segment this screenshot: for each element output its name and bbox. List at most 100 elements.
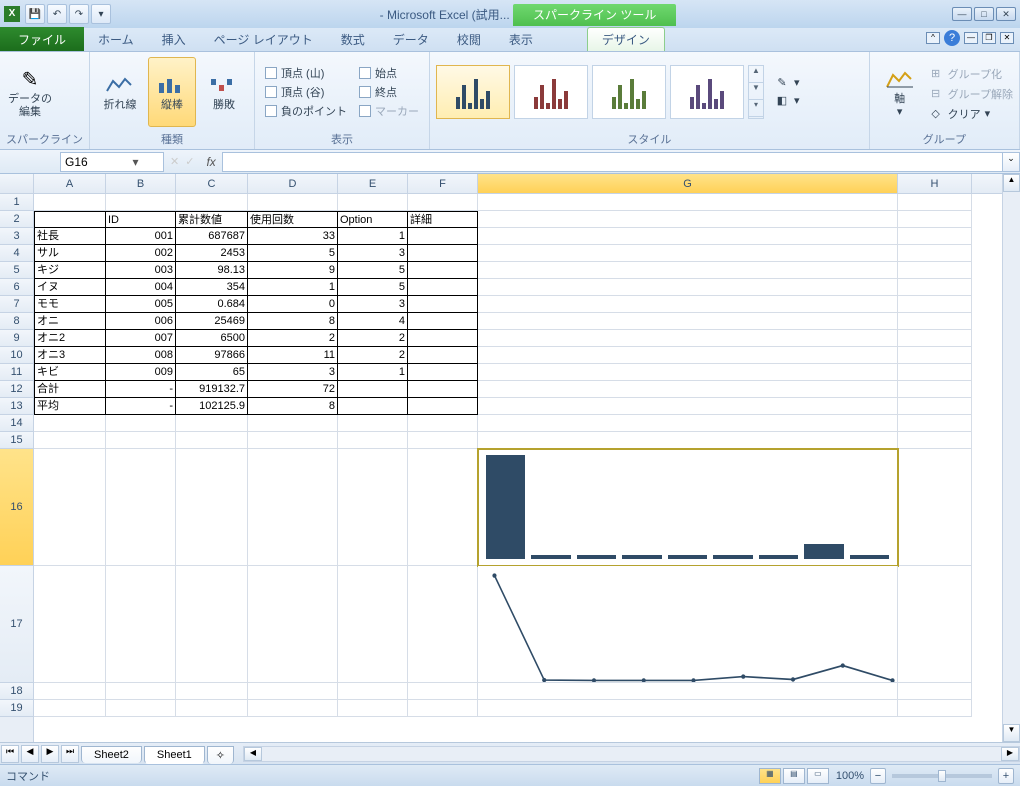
cell[interactable]: [338, 194, 408, 211]
cell[interactable]: [338, 398, 408, 415]
cell[interactable]: ID: [106, 211, 176, 228]
column-header-H[interactable]: H: [898, 174, 972, 193]
style-gallery[interactable]: ▲▼▾: [436, 65, 764, 119]
cell[interactable]: オニ2: [34, 330, 106, 347]
cell[interactable]: [478, 398, 898, 415]
cell[interactable]: [338, 449, 408, 566]
cell[interactable]: [408, 700, 478, 717]
cell[interactable]: Option: [338, 211, 408, 228]
select-all-corner[interactable]: [0, 174, 33, 194]
cell[interactable]: 5: [338, 262, 408, 279]
cell[interactable]: [34, 566, 106, 683]
cell[interactable]: 919132.7: [176, 381, 248, 398]
cell[interactable]: 11: [248, 347, 338, 364]
row-header-9[interactable]: 9: [0, 330, 33, 347]
cell[interactable]: [34, 194, 106, 211]
cell[interactable]: [478, 415, 898, 432]
cell[interactable]: 3: [248, 364, 338, 381]
cell[interactable]: [898, 449, 972, 566]
cell[interactable]: [176, 415, 248, 432]
cell[interactable]: [248, 700, 338, 717]
qat-customize-button[interactable]: ▾: [91, 4, 111, 24]
cell[interactable]: [248, 194, 338, 211]
style-item-4[interactable]: [670, 65, 744, 119]
cell[interactable]: [478, 381, 898, 398]
row-header-1[interactable]: 1: [0, 194, 33, 211]
view-page-break-button[interactable]: ▭: [807, 768, 829, 784]
cell[interactable]: 3: [338, 296, 408, 313]
cell[interactable]: モモ: [34, 296, 106, 313]
vertical-scrollbar[interactable]: ▲ ▼: [1002, 174, 1020, 742]
row-header-8[interactable]: 8: [0, 313, 33, 330]
cell[interactable]: 8: [248, 313, 338, 330]
sparkline-line[interactable]: [478, 566, 898, 683]
cell[interactable]: [106, 700, 176, 717]
cell[interactable]: [106, 415, 176, 432]
style-item-2[interactable]: [514, 65, 588, 119]
cell[interactable]: [478, 262, 898, 279]
sparkline-column[interactable]: [478, 449, 898, 566]
workbook-minimize-button[interactable]: ―: [964, 32, 978, 44]
qat-undo-button[interactable]: ↶: [47, 4, 67, 24]
row-header-6[interactable]: 6: [0, 279, 33, 296]
row-header-4[interactable]: 4: [0, 245, 33, 262]
cell[interactable]: 使用回数: [248, 211, 338, 228]
show-first-checkbox[interactable]: 始点: [359, 65, 419, 81]
cell[interactable]: [408, 347, 478, 364]
zoom-level[interactable]: 100%: [836, 770, 864, 782]
close-button[interactable]: ✕: [996, 7, 1016, 21]
tab-data[interactable]: データ: [379, 28, 443, 51]
cell[interactable]: 2: [338, 347, 408, 364]
cell[interactable]: 72: [248, 381, 338, 398]
row-header-2[interactable]: 2: [0, 211, 33, 228]
cell[interactable]: 007: [106, 330, 176, 347]
cell[interactable]: [176, 432, 248, 449]
cell[interactable]: [408, 566, 478, 683]
cell[interactable]: 003: [106, 262, 176, 279]
cell[interactable]: 5: [338, 279, 408, 296]
horizontal-scrollbar[interactable]: ◀ ▶: [243, 746, 1020, 762]
clear-button[interactable]: ◇クリア ▾: [928, 106, 1013, 122]
cell[interactable]: 25469: [176, 313, 248, 330]
cell[interactable]: オニ3: [34, 347, 106, 364]
sheet-tab-new[interactable]: ✧: [207, 746, 234, 764]
cell[interactable]: 社長: [34, 228, 106, 245]
tab-formulas[interactable]: 数式: [327, 28, 379, 51]
scroll-left-button[interactable]: ◀: [244, 747, 262, 761]
show-last-checkbox[interactable]: 終点: [359, 84, 419, 100]
scroll-down-button[interactable]: ▼: [1003, 724, 1020, 742]
cell[interactable]: [34, 415, 106, 432]
cell[interactable]: 平均: [34, 398, 106, 415]
cell[interactable]: 002: [106, 245, 176, 262]
tab-review[interactable]: 校閲: [443, 28, 495, 51]
cell[interactable]: 33: [248, 228, 338, 245]
cell[interactable]: [408, 398, 478, 415]
cell[interactable]: 5: [248, 245, 338, 262]
show-low-checkbox[interactable]: 頂点 (谷): [265, 84, 347, 100]
cell[interactable]: 65: [176, 364, 248, 381]
cell[interactable]: 005: [106, 296, 176, 313]
maximize-button[interactable]: □: [974, 7, 994, 21]
cell[interactable]: [898, 566, 972, 683]
workbook-close-button[interactable]: ✕: [1000, 32, 1014, 44]
sheet-nav-last[interactable]: ⏭: [61, 745, 79, 763]
cell[interactable]: [338, 432, 408, 449]
cell[interactable]: [478, 364, 898, 381]
cell[interactable]: [408, 330, 478, 347]
cell[interactable]: [408, 683, 478, 700]
cell[interactable]: 8: [248, 398, 338, 415]
cell[interactable]: 6500: [176, 330, 248, 347]
axis-button[interactable]: 軸▾: [876, 57, 924, 127]
cell[interactable]: [34, 700, 106, 717]
cell[interactable]: [478, 279, 898, 296]
scroll-right-button[interactable]: ▶: [1001, 747, 1019, 761]
cell[interactable]: 2453: [176, 245, 248, 262]
cell[interactable]: [478, 313, 898, 330]
column-header-D[interactable]: D: [248, 174, 338, 193]
style-item-1[interactable]: [436, 65, 510, 119]
row-header-12[interactable]: 12: [0, 381, 33, 398]
row-header-5[interactable]: 5: [0, 262, 33, 279]
cell[interactable]: 008: [106, 347, 176, 364]
cells[interactable]: ID累計数値使用回数Option詳細社長001687687331サル002245…: [34, 194, 1002, 717]
show-high-checkbox[interactable]: 頂点 (山): [265, 65, 347, 81]
